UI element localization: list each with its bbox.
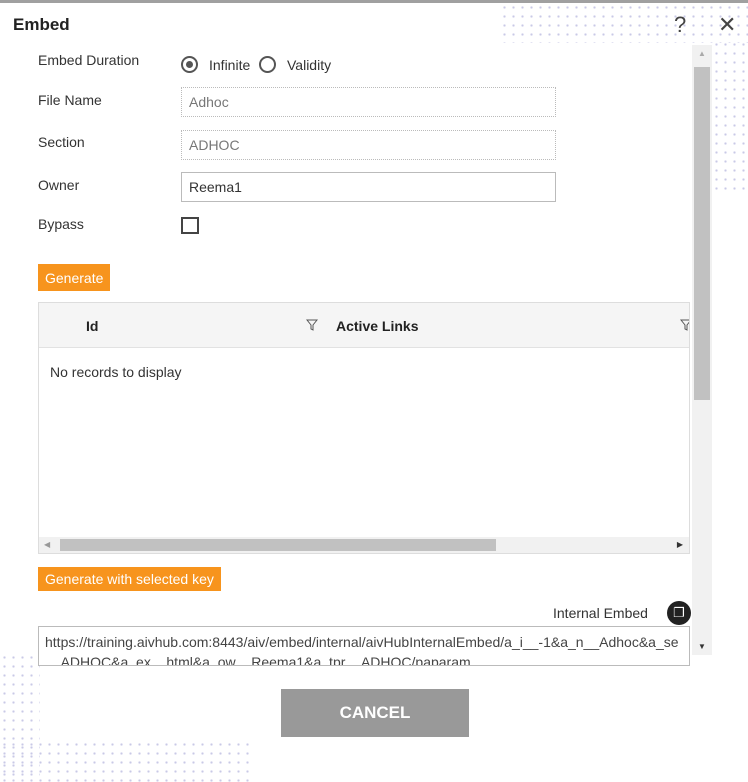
horizontal-scrollbar[interactable]: ◀ ▶ bbox=[39, 537, 689, 553]
radio-infinite-label: Infinite bbox=[209, 57, 251, 73]
grid-header: Id Active Links bbox=[39, 303, 689, 348]
empty-message: No records to display bbox=[50, 364, 182, 380]
scroll-left-icon[interactable]: ◀ bbox=[44, 540, 50, 549]
column-active-links[interactable]: Active Links bbox=[336, 318, 418, 334]
dialog-title: Embed bbox=[13, 15, 70, 34]
vertical-scrollbar[interactable]: ▲ ▼ bbox=[692, 45, 712, 655]
scroll-right-icon[interactable]: ▶ bbox=[677, 540, 683, 549]
close-icon[interactable]: ✕ bbox=[718, 12, 736, 38]
embed-url-field[interactable]: https://training.aivhub.com:8443/aiv/emb… bbox=[38, 626, 690, 666]
owner-field[interactable] bbox=[181, 172, 556, 202]
generate-with-key-button[interactable]: Generate with selected key bbox=[38, 567, 221, 591]
scrollbar-thumb[interactable] bbox=[694, 67, 710, 400]
radio-validity-label: Validity bbox=[287, 57, 332, 73]
radio-infinite[interactable] bbox=[181, 56, 198, 73]
help-icon[interactable]: ? bbox=[674, 12, 686, 38]
internal-embed-label: Internal Embed bbox=[553, 605, 648, 621]
cancel-button[interactable]: CANCEL bbox=[281, 689, 469, 737]
file-name-field[interactable] bbox=[181, 87, 556, 117]
links-grid: Id Active Links No records to display ◀ … bbox=[38, 302, 690, 554]
column-id[interactable]: Id bbox=[86, 318, 98, 334]
copy-icon[interactable]: ❐ bbox=[667, 601, 691, 625]
section-field[interactable] bbox=[181, 130, 556, 160]
dot-pattern bbox=[712, 40, 748, 190]
file-name-label: File Name bbox=[38, 92, 102, 108]
owner-label: Owner bbox=[38, 177, 80, 193]
radio-validity[interactable] bbox=[259, 56, 276, 73]
bypass-checkbox[interactable] bbox=[181, 217, 199, 234]
dot-pattern bbox=[500, 3, 748, 43]
embed-duration-label: Embed Duration bbox=[38, 52, 140, 68]
filter-icon[interactable] bbox=[680, 319, 690, 331]
bypass-label: Bypass bbox=[38, 216, 84, 232]
dot-pattern bbox=[0, 740, 250, 782]
section-label: Section bbox=[38, 134, 85, 150]
scroll-up-icon[interactable]: ▲ bbox=[698, 49, 706, 58]
filter-icon[interactable] bbox=[306, 319, 318, 331]
scrollbar-thumb[interactable] bbox=[60, 539, 496, 551]
scroll-down-icon[interactable]: ▼ bbox=[698, 642, 706, 651]
generate-button[interactable]: Generate bbox=[38, 264, 111, 291]
